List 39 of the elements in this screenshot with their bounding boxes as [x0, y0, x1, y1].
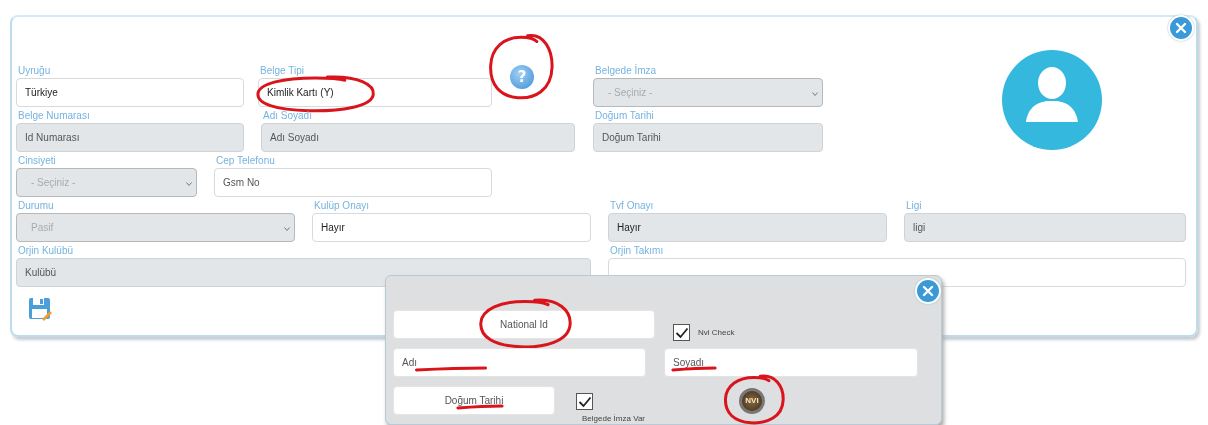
field-label: Cinsiyeti [17, 154, 57, 168]
field-label: Orjin Takımı [609, 244, 665, 258]
close-button[interactable] [1168, 15, 1194, 41]
save-button[interactable] [28, 297, 52, 321]
nvi-button[interactable]: NVI [739, 388, 765, 414]
field-label: Belge Numarası [17, 109, 91, 123]
field-label: Belgede İmza [594, 64, 658, 78]
field-label: Adı Soyadı [262, 109, 313, 123]
input-field[interactable]: Türkiye [16, 78, 244, 107]
field-label: Belge Tipi [259, 64, 305, 78]
caret-icon [186, 182, 192, 186]
field-label: Orjin Kulübü [17, 244, 75, 258]
caret-icon [812, 92, 818, 96]
input-field[interactable]: Hayır [312, 213, 591, 242]
input-field[interactable]: Gsm No [214, 168, 492, 197]
close-button[interactable] [915, 278, 941, 304]
field-label: Tvf Onayı [609, 199, 655, 213]
close-icon [1175, 22, 1187, 34]
avatar-icon [1002, 50, 1102, 150]
checkbox-label: Nvi Check [698, 328, 735, 337]
field-label: Kulüp Onayı [313, 199, 371, 213]
checkmark-icon [674, 326, 689, 339]
input-field[interactable]: Doğum Tarihi [393, 386, 555, 415]
caret-icon [284, 227, 290, 231]
field-label: Uyruğu [17, 64, 52, 78]
field-label: Cep Telefonu [215, 154, 276, 168]
checkbox[interactable] [673, 324, 690, 341]
checkbox[interactable] [576, 393, 593, 410]
checkbox-label: Belgede İmza Var [582, 414, 645, 423]
input-field[interactable]: Soyadı [664, 348, 918, 377]
field-label: Doğum Tarihi [594, 109, 655, 123]
input-field[interactable]: Adı [393, 348, 646, 377]
save-icon [28, 297, 52, 321]
checkmark-icon [577, 395, 592, 408]
field-label: Ligi [905, 199, 923, 213]
input-field[interactable]: National Id [393, 310, 655, 339]
field-label: Durumu [17, 199, 55, 213]
input-field[interactable]: Kimlik Kartı (Y) [258, 78, 492, 107]
close-icon [922, 285, 934, 297]
